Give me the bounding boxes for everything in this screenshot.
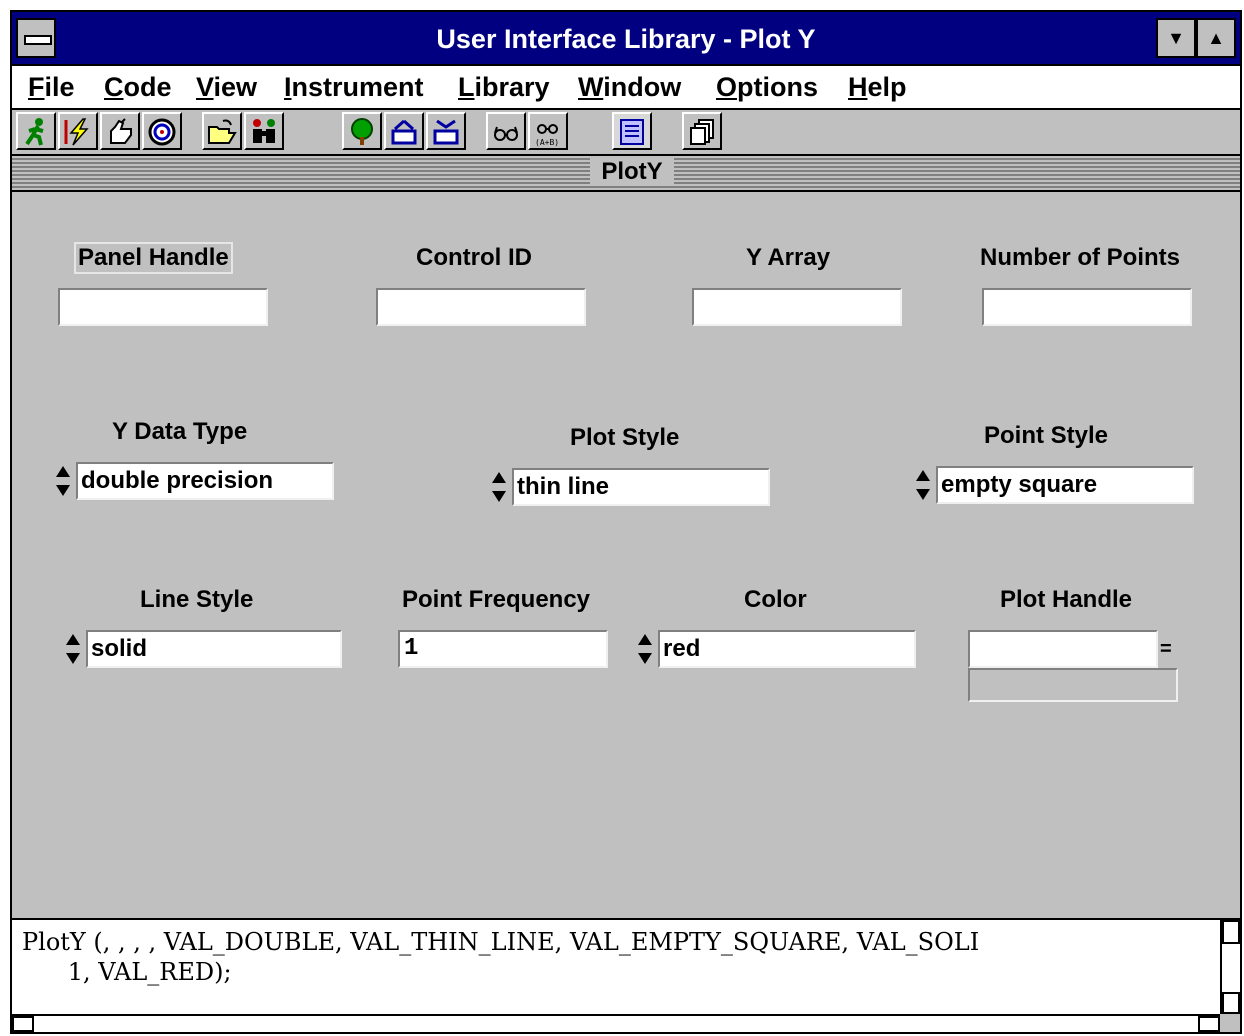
point-style-ring[interactable]: empty square xyxy=(914,466,1194,504)
panel-up-button[interactable] xyxy=(384,112,424,150)
color-value: red xyxy=(658,630,916,668)
point-style-value: empty square xyxy=(936,466,1194,504)
target-button[interactable] xyxy=(142,112,182,150)
panel-handle-label: Panel Handle xyxy=(74,242,233,274)
code-line-1: PlotY (, , , , VAL_DOUBLE, VAL_THIN_LINE… xyxy=(22,928,980,956)
menu-help[interactable]: Help xyxy=(848,72,907,103)
menu-view[interactable]: View xyxy=(196,72,257,103)
binoculars-icon xyxy=(253,119,275,143)
plot-handle-box xyxy=(968,668,1178,702)
maximize-button[interactable]: ▲ xyxy=(1196,18,1236,58)
equals-sign: = xyxy=(1160,638,1172,660)
view-ab-button[interactable]: (A+B) xyxy=(528,112,568,150)
menu-window[interactable]: Window xyxy=(578,72,681,103)
panel-up-icon xyxy=(391,119,417,145)
function-panel-icon xyxy=(620,119,644,145)
menu-instrument[interactable]: Instrument xyxy=(284,72,424,103)
arrow-down-icon: ▼ xyxy=(1167,28,1185,48)
point-frequency-label: Point Frequency xyxy=(402,586,591,613)
horizontal-scrollbar[interactable] xyxy=(12,1014,1220,1032)
panel-title: PlotY xyxy=(590,158,674,186)
menu-file[interactable]: File xyxy=(28,72,75,103)
function-panel: Panel Handle Control ID Y Array Number o… xyxy=(12,192,1240,920)
menu-library[interactable]: Library xyxy=(458,72,550,103)
plot-style-ring[interactable]: thin line xyxy=(490,468,770,506)
point-style-label: Point Style xyxy=(984,422,1109,449)
open-button[interactable] xyxy=(202,112,242,150)
y-data-type-value: double precision xyxy=(76,462,334,500)
plot-handle-output xyxy=(968,630,1158,668)
panel-down-button[interactable] xyxy=(426,112,466,150)
menu-bar: File Code View Instrument Library Window… xyxy=(12,66,1240,110)
point-frequency-input[interactable]: 1 xyxy=(398,630,608,668)
toolbar: (A+B) xyxy=(12,110,1240,156)
minimize-button[interactable]: ▼ xyxy=(1156,18,1196,58)
line-style-label: Line Style xyxy=(140,586,254,613)
arrow-up-icon: ▲ xyxy=(1207,28,1225,48)
run-button[interactable] xyxy=(16,112,56,150)
target-icon xyxy=(148,118,176,146)
run-icon xyxy=(25,118,44,146)
line-style-value: solid xyxy=(86,630,342,668)
y-data-type-label: Y Data Type xyxy=(112,418,248,445)
color-ring[interactable]: red xyxy=(636,630,916,668)
tree-icon xyxy=(351,118,373,145)
spin-arrows-icon[interactable] xyxy=(636,630,654,668)
y-data-type-ring[interactable]: double precision xyxy=(54,462,334,500)
line-style-ring[interactable]: solid xyxy=(64,630,342,668)
function-panel-button[interactable] xyxy=(612,112,652,150)
view-button[interactable] xyxy=(486,112,526,150)
tree-button[interactable] xyxy=(342,112,382,150)
open-folder-icon xyxy=(208,119,237,144)
windows-icon xyxy=(690,119,714,145)
panel-handle-input[interactable] xyxy=(58,288,268,326)
y-array-input[interactable] xyxy=(692,288,902,326)
menu-options[interactable]: Options xyxy=(716,72,818,103)
generated-code[interactable]: PlotY (, , , , VAL_DOUBLE, VAL_THIN_LINE… xyxy=(12,920,1220,1014)
spin-arrows-icon[interactable] xyxy=(54,462,72,500)
svg-text:(A+B): (A+B) xyxy=(535,138,559,147)
number-of-points-input[interactable] xyxy=(982,288,1192,326)
scroll-right-button[interactable] xyxy=(1198,1016,1220,1032)
run-fast-button[interactable] xyxy=(58,112,98,150)
vertical-scrollbar[interactable] xyxy=(1220,920,1240,1014)
glasses-icon xyxy=(494,126,518,141)
panel-header: PlotY xyxy=(12,156,1240,192)
scroll-left-button[interactable] xyxy=(12,1016,34,1032)
plot-style-value: thin line xyxy=(512,468,770,506)
menu-code[interactable]: Code xyxy=(104,72,172,103)
spin-arrows-icon[interactable] xyxy=(914,466,932,504)
code-line-2: 1, VAL_RED); xyxy=(22,958,232,986)
plot-handle-label: Plot Handle xyxy=(1000,586,1133,613)
spin-arrows-icon[interactable] xyxy=(64,630,82,668)
number-of-points-label: Number of Points xyxy=(980,244,1181,271)
color-label: Color xyxy=(744,586,807,613)
y-array-label: Y Array xyxy=(746,244,831,271)
spin-arrows-icon[interactable] xyxy=(490,468,508,506)
plot-style-label: Plot Style xyxy=(570,424,680,451)
glasses-ab-icon: (A+B) xyxy=(535,124,559,147)
main-window: User Interface Library - Plot Y ▼ ▲ File… xyxy=(10,10,1242,1034)
windows-button[interactable] xyxy=(682,112,722,150)
scroll-down-button[interactable] xyxy=(1222,992,1240,1014)
title-bar: User Interface Library - Plot Y ▼ ▲ xyxy=(12,12,1240,66)
control-id-input[interactable] xyxy=(376,288,586,326)
window-title: User Interface Library - Plot Y xyxy=(436,24,816,54)
panel-down-icon xyxy=(433,119,459,145)
hand-icon xyxy=(110,118,132,144)
step-button[interactable] xyxy=(100,112,140,150)
scroll-up-button[interactable] xyxy=(1222,920,1240,944)
lightning-icon xyxy=(64,118,89,146)
find-button[interactable] xyxy=(244,112,284,150)
control-id-label: Control ID xyxy=(416,244,532,271)
